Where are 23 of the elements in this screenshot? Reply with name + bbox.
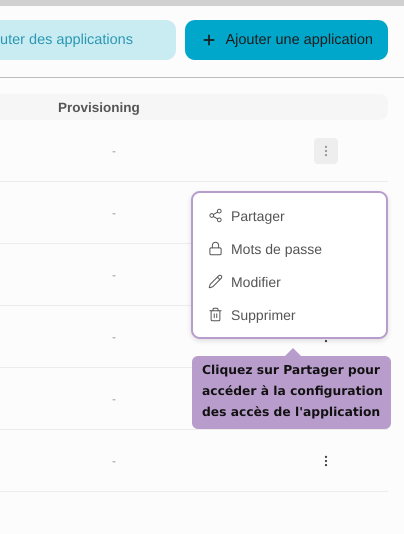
table-cell: - <box>112 144 116 158</box>
menu-item[interactable]: Partager <box>193 199 386 232</box>
table-cell: - <box>112 392 116 406</box>
table-cell: - <box>112 454 116 468</box>
plus-icon <box>201 32 218 48</box>
table-cell: - <box>112 206 116 220</box>
table-cell: - <box>112 330 116 344</box>
menu-item-label: Mots de passe <box>231 240 322 256</box>
menu-item[interactable]: Supprimer <box>193 298 386 331</box>
menu-item-label: Modifier <box>231 274 281 290</box>
lock-icon <box>208 241 223 256</box>
share-icon <box>208 208 223 223</box>
column-header: Provisioning <box>58 100 140 114</box>
table-cell: - <box>112 268 116 282</box>
add-application-button[interactable]: Ajouter une application <box>185 20 388 60</box>
tooltip: Cliquez sur Partager pour accéder à la configuration des accès de l'application <box>192 356 391 429</box>
pencil-icon <box>208 274 223 289</box>
menu-item-label: Partager <box>231 208 285 224</box>
more-options-button[interactable] <box>314 138 338 164</box>
menu-item[interactable]: Modifier <box>193 265 386 298</box>
menu-item[interactable]: Mots de passe <box>193 232 386 265</box>
trash-icon <box>208 307 223 322</box>
menu-item-label: Supprimer <box>231 306 296 322</box>
